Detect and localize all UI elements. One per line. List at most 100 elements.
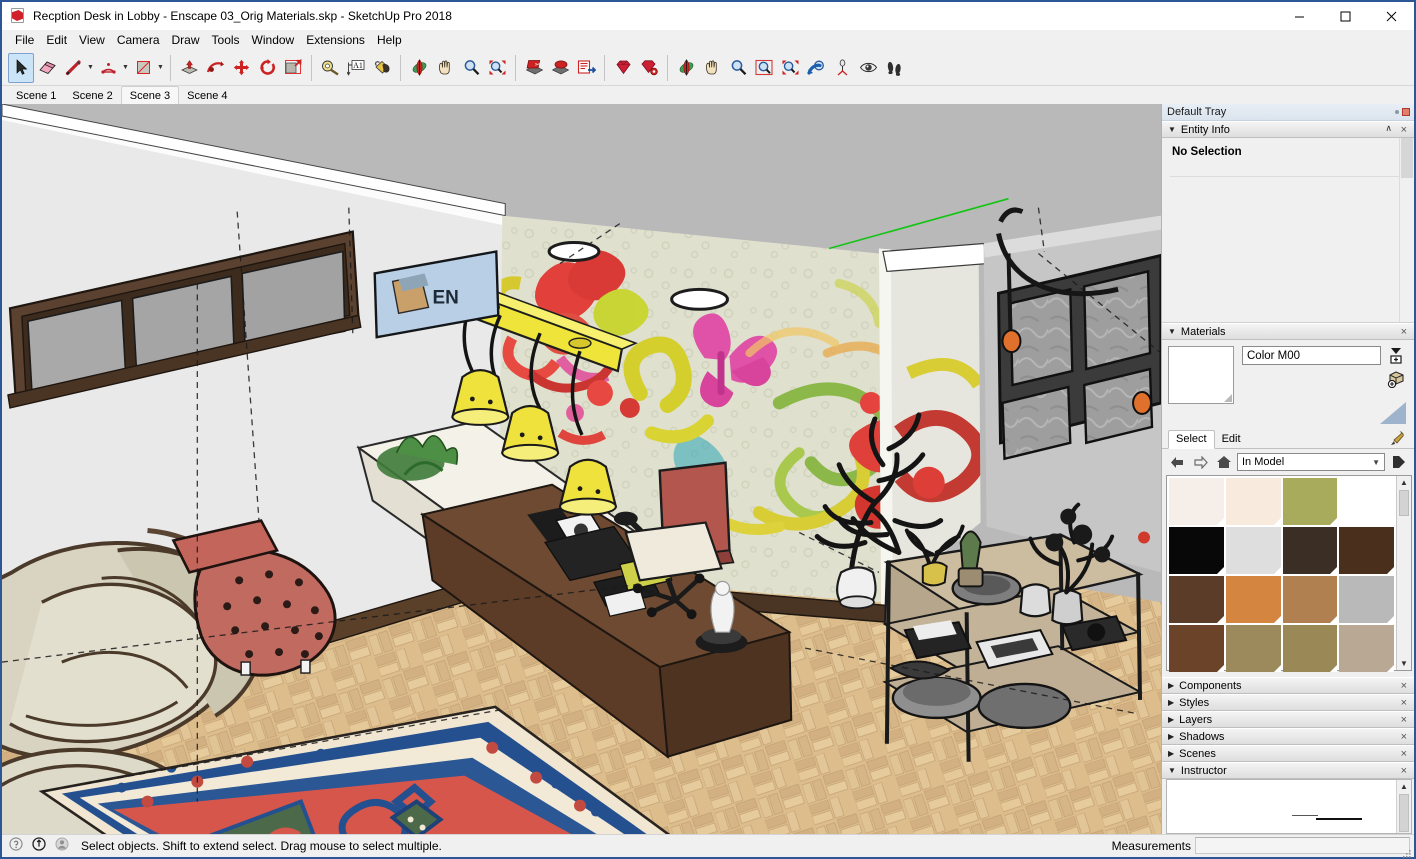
menu-draw[interactable]: Draw bbox=[166, 31, 206, 49]
entity-info-collapse-icon[interactable]: ∧ bbox=[1385, 123, 1392, 134]
zoom-tool-2[interactable] bbox=[725, 53, 751, 83]
panel-header-instructor[interactable]: ▼ Instructor × bbox=[1162, 762, 1414, 779]
arc-tool[interactable] bbox=[95, 53, 121, 83]
text-tool[interactable]: A1 bbox=[343, 53, 369, 83]
scene-tab-3[interactable]: Scene 3 bbox=[120, 86, 180, 104]
material-swatch-white-paint[interactable] bbox=[1339, 478, 1394, 525]
material-swatch-dark-brown-wood[interactable] bbox=[1282, 527, 1338, 574]
panel-header-styles[interactable]: ▶ Styles × bbox=[1162, 694, 1414, 711]
walk-tool[interactable] bbox=[881, 53, 907, 83]
close-button[interactable] bbox=[1368, 2, 1414, 30]
panel-header-materials[interactable]: ▼ Materials × bbox=[1162, 323, 1414, 340]
material-swatch-cream-paint[interactable] bbox=[1225, 478, 1281, 525]
menu-tools[interactable]: Tools bbox=[206, 31, 246, 49]
select-tool[interactable] bbox=[8, 52, 34, 83]
menu-extensions[interactable]: Extensions bbox=[300, 31, 371, 49]
scale-tool[interactable] bbox=[280, 53, 306, 83]
material-library-select[interactable]: In Model ▼ bbox=[1237, 453, 1385, 471]
material-swatch-black-white-pattern-fabric[interactable] bbox=[1225, 527, 1281, 574]
panel-header-entity-info[interactable]: ▼ Entity Info ∧ × bbox=[1162, 121, 1414, 138]
instructor-close-icon[interactable]: × bbox=[1401, 765, 1407, 777]
material-swatch-grey-stripe-texture[interactable] bbox=[1339, 576, 1394, 623]
menu-file[interactable]: File bbox=[9, 31, 40, 49]
material-swatch-grid[interactable]: ▲ ▼ bbox=[1166, 475, 1412, 672]
instructor-scrollbar[interactable]: ▲ ▼ bbox=[1396, 780, 1411, 833]
eraser-tool[interactable] bbox=[34, 53, 60, 83]
pan-tool-2[interactable] bbox=[699, 53, 725, 83]
material-swatch-off-white-paint[interactable] bbox=[1169, 478, 1224, 525]
account-icon[interactable] bbox=[55, 837, 69, 856]
scene-tab-1[interactable]: Scene 1 bbox=[8, 89, 65, 104]
orbit-tool-2[interactable] bbox=[673, 53, 699, 83]
forward-arrow-icon[interactable] bbox=[1191, 453, 1210, 471]
material-scroll-thumb[interactable] bbox=[1399, 490, 1409, 516]
entity-info-close-icon[interactable]: × bbox=[1401, 124, 1407, 136]
panel-header-shadows[interactable]: ▶ Shadows × bbox=[1162, 728, 1414, 745]
eyedropper-icon[interactable] bbox=[1388, 430, 1406, 453]
material-swatch-dark-walnut-wood[interactable] bbox=[1339, 527, 1394, 574]
tray-pin-controls[interactable] bbox=[1395, 108, 1410, 116]
instructor-scroll-thumb[interactable] bbox=[1399, 794, 1409, 832]
material-swatch-beige-carpet-texture[interactable] bbox=[1339, 625, 1394, 672]
ruby-settings-tool[interactable] bbox=[636, 53, 662, 83]
scroll-up-icon[interactable]: ▲ bbox=[1400, 478, 1408, 487]
resize-grip-icon[interactable] bbox=[1402, 846, 1412, 858]
context-help-icon[interactable] bbox=[9, 836, 23, 856]
rotate-tool[interactable] bbox=[254, 53, 280, 83]
components-close-icon[interactable]: × bbox=[1401, 680, 1407, 692]
display-section-cuts-tool[interactable] bbox=[547, 53, 573, 83]
materials-tab-select[interactable]: Select bbox=[1168, 430, 1215, 449]
menu-help[interactable]: Help bbox=[371, 31, 408, 49]
scene-tab-2[interactable]: Scene 2 bbox=[64, 89, 121, 104]
scene-tab-4[interactable]: Scene 4 bbox=[179, 89, 236, 104]
orbit-tool[interactable] bbox=[406, 53, 432, 83]
display-section-planes-tool[interactable] bbox=[573, 53, 599, 83]
material-swatch-wood-figure-texture[interactable] bbox=[1282, 576, 1338, 623]
arc-tool-dropdown[interactable]: ▼ bbox=[121, 53, 130, 83]
panel-header-scenes[interactable]: ▶ Scenes × bbox=[1162, 745, 1414, 762]
menu-edit[interactable]: Edit bbox=[40, 31, 73, 49]
details-arrow-icon[interactable] bbox=[1389, 453, 1408, 471]
measurements-input[interactable] bbox=[1195, 837, 1410, 854]
entity-info-scroll-thumb[interactable] bbox=[1401, 138, 1413, 178]
material-swatch-dark-vase-texture[interactable] bbox=[1169, 625, 1224, 672]
pushpull-tool[interactable] bbox=[176, 53, 202, 83]
home-icon[interactable] bbox=[1214, 453, 1233, 471]
zoom-extents-tool[interactable] bbox=[484, 53, 510, 83]
follow-me-tool[interactable] bbox=[202, 53, 228, 83]
create-material-icon[interactable] bbox=[1387, 346, 1405, 364]
tape-measure-tool[interactable] bbox=[317, 53, 343, 83]
pan-tool[interactable] bbox=[432, 53, 458, 83]
ruby-console-tool[interactable] bbox=[610, 53, 636, 83]
info-icon[interactable] bbox=[32, 836, 46, 856]
auto-hide-icon[interactable] bbox=[1395, 110, 1399, 114]
panel-header-components[interactable]: ▶ Components × bbox=[1162, 677, 1414, 694]
scroll-up-icon[interactable]: ▲ bbox=[1400, 782, 1408, 791]
position-camera-tool[interactable] bbox=[829, 53, 855, 83]
styles-close-icon[interactable]: × bbox=[1401, 697, 1407, 709]
material-swatch-orange-fire-texture[interactable] bbox=[1225, 576, 1281, 623]
section-plane-tool[interactable]: ✂ bbox=[521, 53, 547, 83]
scroll-down-icon[interactable]: ▼ bbox=[1400, 659, 1408, 668]
material-swatch-olive-green-paint[interactable] bbox=[1282, 478, 1338, 525]
entity-info-scrollbar[interactable] bbox=[1399, 138, 1414, 322]
back-arrow-icon[interactable] bbox=[1168, 453, 1187, 471]
material-swatch-medium-brown-wood[interactable] bbox=[1169, 576, 1224, 623]
rectangle-tool-dropdown[interactable]: ▼ bbox=[156, 53, 165, 83]
panel-header-layers[interactable]: ▶ Layers × bbox=[1162, 711, 1414, 728]
materials-close-icon[interactable]: × bbox=[1401, 326, 1407, 338]
material-grid-scrollbar[interactable]: ▲ ▼ bbox=[1396, 476, 1411, 670]
zoom-tool[interactable] bbox=[458, 53, 484, 83]
maximize-button[interactable] bbox=[1322, 2, 1368, 30]
line-tool[interactable] bbox=[60, 53, 86, 83]
scenes-close-icon[interactable]: × bbox=[1401, 748, 1407, 760]
zoom-window-tool[interactable] bbox=[751, 53, 777, 83]
layers-close-icon[interactable]: × bbox=[1401, 714, 1407, 726]
previous-view-tool[interactable] bbox=[803, 53, 829, 83]
line-tool-dropdown[interactable]: ▼ bbox=[86, 53, 95, 83]
3d-model-viewport[interactable]: EN bbox=[2, 104, 1161, 834]
menu-window[interactable]: Window bbox=[246, 31, 301, 49]
menu-view[interactable]: View bbox=[73, 31, 111, 49]
current-material-swatch[interactable] bbox=[1168, 346, 1234, 404]
minimize-button[interactable] bbox=[1276, 2, 1322, 30]
